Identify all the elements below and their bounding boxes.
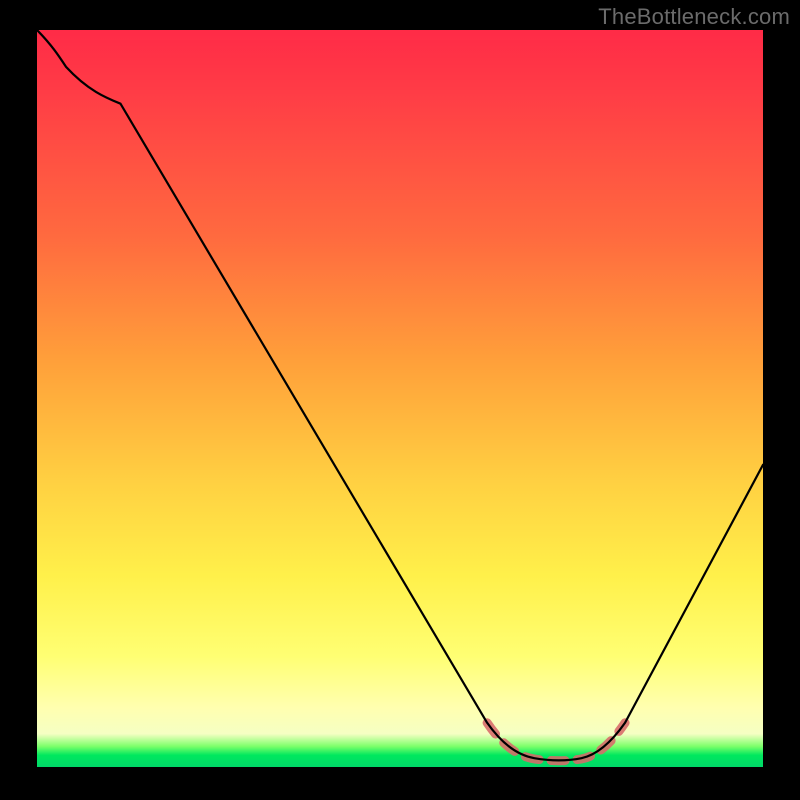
curve-svg	[37, 30, 763, 767]
chart-frame: TheBottleneck.com	[0, 0, 800, 800]
bottleneck-curve	[37, 30, 763, 760]
valley-highlight	[487, 723, 625, 761]
watermark-text: TheBottleneck.com	[598, 4, 790, 30]
plot-area	[37, 30, 763, 767]
